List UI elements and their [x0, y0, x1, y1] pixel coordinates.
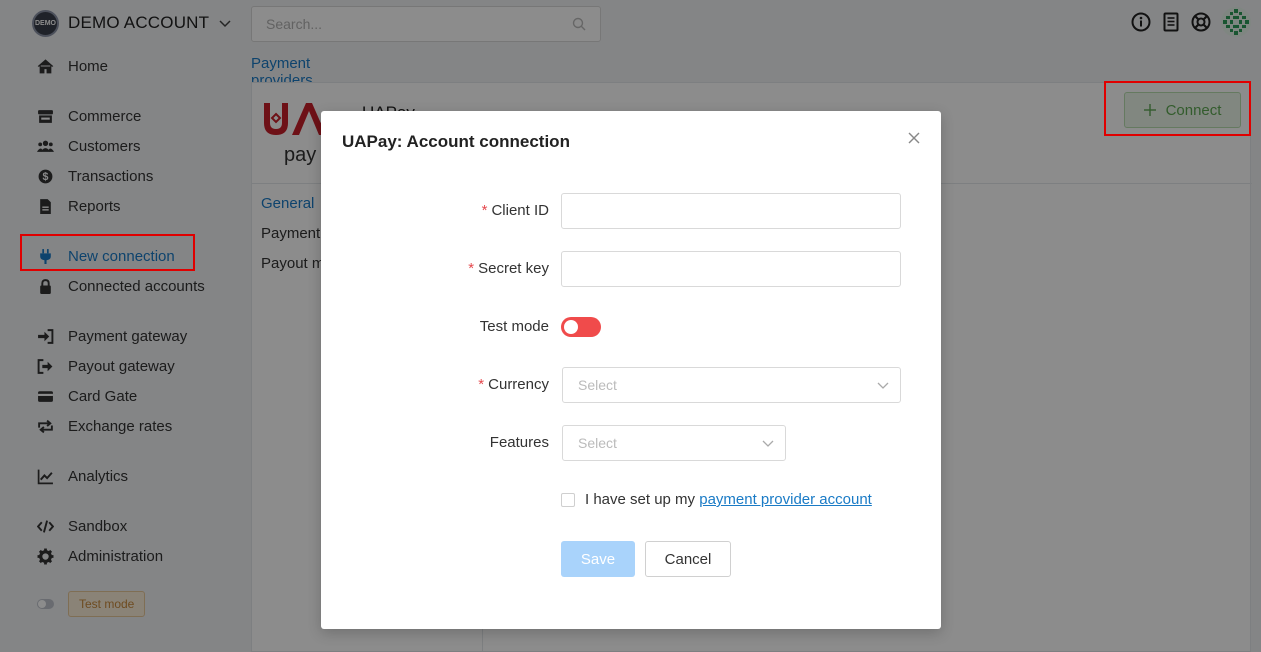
test-mode-toggle[interactable] — [561, 317, 601, 337]
save-button[interactable]: Save — [561, 541, 635, 577]
row-currency: * Currency Select — [321, 367, 941, 403]
row-features: Features Select — [321, 425, 941, 461]
agreement-checkbox[interactable] — [561, 492, 575, 507]
required-mark: * — [478, 376, 485, 393]
client-id-input[interactable] — [561, 193, 901, 229]
features-select[interactable]: Select — [562, 425, 786, 461]
required-mark: * — [468, 260, 475, 277]
secret-key-label: * Secret key — [468, 260, 549, 277]
required-mark: * — [481, 202, 488, 219]
row-test-mode: Test mode — [321, 309, 941, 345]
test-mode-label: Test mode — [479, 318, 549, 335]
modal-title: UAPay: Account connection — [342, 132, 570, 151]
secret-key-input[interactable] — [561, 251, 901, 287]
chevron-down-icon — [762, 440, 774, 447]
row-secret-key: * Secret key — [321, 251, 941, 287]
close-icon[interactable] — [907, 131, 921, 145]
agreement-text: I have set up my payment provider accoun… — [585, 491, 872, 508]
currency-placeholder: Select — [578, 377, 617, 393]
account-connection-modal: UAPay: Account connection * Client ID * Se… — [321, 111, 941, 629]
currency-select[interactable]: Select — [562, 367, 901, 403]
chevron-down-icon — [877, 382, 889, 389]
cancel-button[interactable]: Cancel — [645, 541, 731, 577]
features-label: Features — [489, 434, 549, 451]
currency-label: * Currency — [478, 376, 549, 393]
row-client-id: * Client ID — [321, 193, 941, 229]
features-placeholder: Select — [578, 435, 617, 451]
provider-account-link[interactable]: payment provider account — [699, 491, 872, 508]
agreement-row: I have set up my payment provider accoun… — [561, 491, 872, 508]
client-id-label: * Client ID — [481, 202, 549, 219]
